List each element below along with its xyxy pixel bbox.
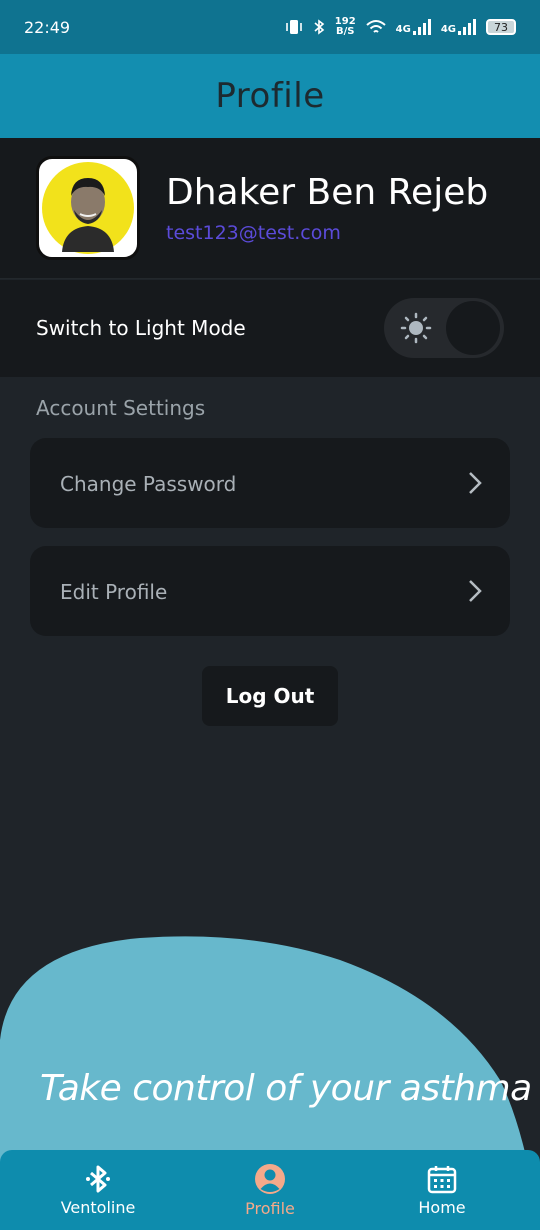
vibrate-icon: [285, 20, 302, 34]
signal-icon-2: [458, 19, 476, 35]
profile-header: Dhaker Ben Rejeb test123@test.com: [0, 138, 540, 279]
app-bar: Profile: [0, 54, 540, 138]
page-title: Profile: [215, 76, 325, 116]
nav-item-ventoline[interactable]: Ventoline: [8, 1150, 188, 1230]
user-email: test123@test.com: [166, 222, 341, 244]
chevron-right-icon: [469, 472, 482, 494]
toggle-knob: [446, 301, 500, 355]
nav-label-profile: Profile: [245, 1198, 295, 1218]
change-password-button[interactable]: Change Password: [30, 438, 510, 528]
change-password-label: Change Password: [60, 472, 237, 496]
nav-label-ventoline: Ventoline: [60, 1197, 136, 1217]
signal-icon: [412, 19, 431, 35]
edit-profile-label: Edit Profile: [60, 580, 168, 604]
network-type-2: 4G: [441, 19, 476, 35]
theme-toggle-label: Switch to Light Mode: [36, 316, 246, 340]
avatar-image: [42, 162, 134, 254]
avatar[interactable]: [36, 156, 140, 260]
sun-icon: [400, 312, 432, 344]
status-time: 22:49: [24, 17, 71, 37]
chevron-right-icon: [469, 580, 482, 602]
battery-icon: 73: [486, 19, 516, 35]
user-name: Dhaker Ben Rejeb: [166, 172, 489, 213]
status-icons: 192 B/S 4G 4G 73: [285, 17, 516, 37]
bluetooth-icon: [86, 1165, 110, 1192]
network-type-1: 4G: [396, 19, 431, 35]
status-bar: 22:49 192 B/S 4G 4G 73: [0, 0, 540, 54]
calendar-icon: [427, 1165, 457, 1193]
light-mode-toggle[interactable]: [384, 298, 504, 358]
tagline: Take control of your asthma: [40, 1068, 532, 1109]
logout-button[interactable]: Log Out: [202, 666, 338, 726]
account-settings-heading: Account Settings: [36, 396, 206, 420]
nav-label-home: Home: [418, 1197, 466, 1217]
nav-item-home[interactable]: Home: [352, 1150, 532, 1230]
bottom-nav: Ventoline Profile Home: [0, 1150, 540, 1230]
net-speed: 192 B/S: [334, 16, 356, 37]
user-icon: [255, 1163, 285, 1194]
edit-profile-button[interactable]: Edit Profile: [30, 546, 510, 636]
nav-item-profile[interactable]: Profile: [180, 1150, 360, 1230]
wifi-icon: [365, 20, 386, 33]
bluetooth-status-icon: [314, 19, 325, 35]
